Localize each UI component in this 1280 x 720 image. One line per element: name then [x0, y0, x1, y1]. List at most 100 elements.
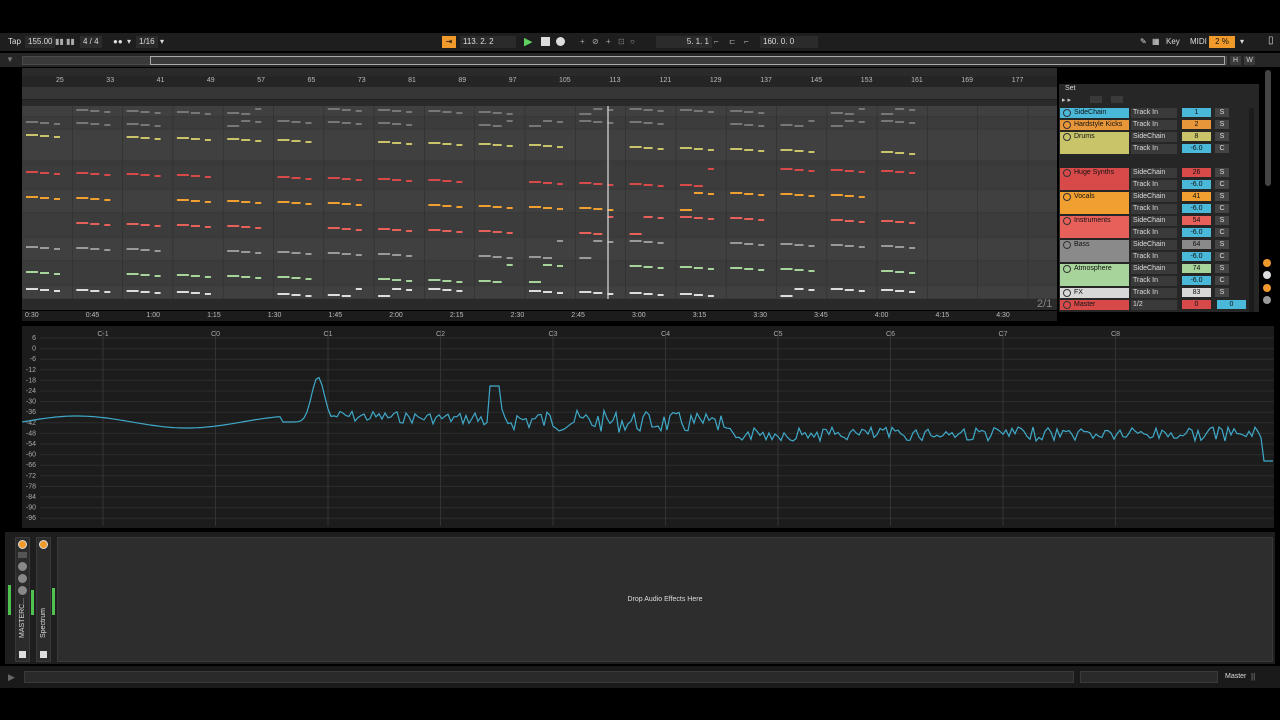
note-clip[interactable]	[679, 209, 692, 211]
track-lanes[interactable]	[21, 106, 1057, 299]
note-clip[interactable]	[492, 125, 502, 127]
note-clip[interactable]	[830, 219, 843, 221]
note-clip[interactable]	[291, 277, 301, 279]
note-clip[interactable]	[693, 217, 703, 219]
track-name[interactable]: Atmosphere	[1060, 264, 1129, 286]
note-clip[interactable]	[277, 293, 290, 295]
note-clip[interactable]	[492, 112, 502, 114]
note-clip[interactable]	[895, 290, 905, 292]
note-clip[interactable]	[794, 244, 804, 246]
note-clip[interactable]	[456, 281, 463, 283]
show-lock-icon[interactable]	[1111, 96, 1123, 103]
note-clip[interactable]	[794, 288, 804, 290]
note-clip[interactable]	[730, 242, 743, 244]
record-button[interactable]	[556, 37, 565, 46]
note-clip[interactable]	[478, 111, 491, 113]
midi-map-button[interactable]: MIDI	[1190, 36, 1207, 48]
note-clip[interactable]	[54, 173, 60, 175]
note-clip[interactable]	[557, 292, 563, 294]
note-clip[interactable]	[679, 293, 692, 295]
note-clip[interactable]	[378, 228, 391, 230]
note-clip[interactable]	[858, 121, 865, 123]
note-clip[interactable]	[341, 203, 351, 205]
note-clip[interactable]	[895, 152, 905, 154]
note-clip[interactable]	[327, 177, 340, 179]
input-type-dropdown[interactable]: SideChain	[1131, 240, 1177, 250]
note-clip[interactable]	[90, 290, 100, 292]
note-clip[interactable]	[830, 112, 843, 114]
note-clip[interactable]	[355, 254, 362, 256]
note-clip[interactable]	[378, 109, 391, 111]
note-clip[interactable]	[579, 182, 592, 184]
punch-in-icon[interactable]: ⌐	[714, 36, 719, 48]
play-button[interactable]: ▶	[524, 36, 532, 48]
note-clip[interactable]	[176, 291, 189, 293]
note-clip[interactable]	[104, 124, 111, 126]
solo-button[interactable]: S	[1215, 120, 1229, 129]
note-clip[interactable]	[593, 121, 603, 123]
note-clip[interactable]	[579, 113, 592, 115]
volume-field[interactable]: -6.0	[1182, 228, 1211, 237]
note-clip[interactable]	[830, 288, 843, 290]
track-lane[interactable]	[22, 166, 1057, 188]
note-clip[interactable]	[378, 122, 391, 124]
note-clip[interactable]	[895, 271, 905, 273]
note-clip[interactable]	[543, 291, 552, 293]
volume-field[interactable]: -6.0	[1182, 144, 1211, 153]
track-header[interactable]: Huge Synths SideChain Track In 26 -6.0 S C	[1059, 168, 1259, 190]
note-clip[interactable]	[90, 110, 100, 112]
device-activator-icon[interactable]	[18, 540, 27, 549]
note-clip[interactable]	[378, 253, 391, 255]
note-clip[interactable]	[909, 172, 916, 174]
note-clip[interactable]	[355, 179, 362, 181]
note-clip[interactable]	[895, 246, 905, 248]
note-clip[interactable]	[428, 204, 441, 206]
grey-toggle-icon[interactable]	[1263, 296, 1271, 304]
crossfade-button[interactable]: C	[1215, 276, 1229, 285]
h-button[interactable]: H	[1230, 56, 1241, 65]
note-clip[interactable]	[456, 112, 463, 114]
note-clip[interactable]	[277, 120, 290, 122]
note-clip[interactable]	[54, 198, 60, 200]
note-clip[interactable]	[593, 183, 603, 185]
note-clip[interactable]	[428, 142, 441, 144]
computer-keyboard-icon[interactable]: ▦	[1152, 36, 1160, 48]
track-header[interactable]: Vocals SideChain Track In 41 -6.0 S C	[1059, 192, 1259, 214]
note-clip[interactable]	[176, 111, 189, 113]
note-clip[interactable]	[744, 243, 754, 245]
volume-field[interactable]: -6.0	[1182, 252, 1211, 261]
track-fold-icon[interactable]	[1063, 121, 1071, 129]
note-clip[interactable]	[543, 145, 552, 147]
track-fold-icon[interactable]	[1063, 109, 1071, 117]
note-clip[interactable]	[844, 245, 854, 247]
note-clip[interactable]	[40, 289, 49, 291]
note-clip[interactable]	[858, 246, 865, 248]
note-clip[interactable]	[478, 124, 491, 126]
note-clip[interactable]	[327, 252, 340, 254]
track-header[interactable]: Atmosphere SideChain Track In 74 -6.0 S C	[1059, 264, 1259, 286]
note-clip[interactable]	[54, 248, 60, 250]
note-clip[interactable]	[406, 143, 413, 145]
note-clip[interactable]	[693, 110, 703, 112]
note-clip[interactable]	[707, 149, 714, 151]
note-clip[interactable]	[255, 108, 262, 110]
device-button-icon[interactable]	[18, 552, 27, 558]
cpu-dropdown-icon[interactable]: ▾	[1240, 36, 1244, 48]
note-clip[interactable]	[392, 123, 402, 125]
note-clip[interactable]	[54, 290, 60, 292]
note-clip[interactable]	[693, 148, 703, 150]
note-clip[interactable]	[629, 183, 642, 185]
note-clip[interactable]	[204, 276, 211, 278]
note-clip[interactable]	[341, 178, 351, 180]
note-clip[interactable]	[492, 281, 502, 283]
loop-start-field[interactable]: 5. 1. 1	[656, 36, 712, 48]
note-clip[interactable]	[255, 140, 262, 142]
note-clip[interactable]	[227, 138, 240, 140]
note-clip[interactable]	[693, 294, 703, 296]
note-clip[interactable]	[442, 111, 452, 113]
input-type-dropdown[interactable]: SideChain	[1131, 192, 1177, 202]
note-clip[interactable]	[579, 257, 592, 259]
note-clip[interactable]	[76, 109, 89, 111]
note-clip[interactable]	[744, 111, 754, 113]
note-clip[interactable]	[858, 108, 865, 110]
